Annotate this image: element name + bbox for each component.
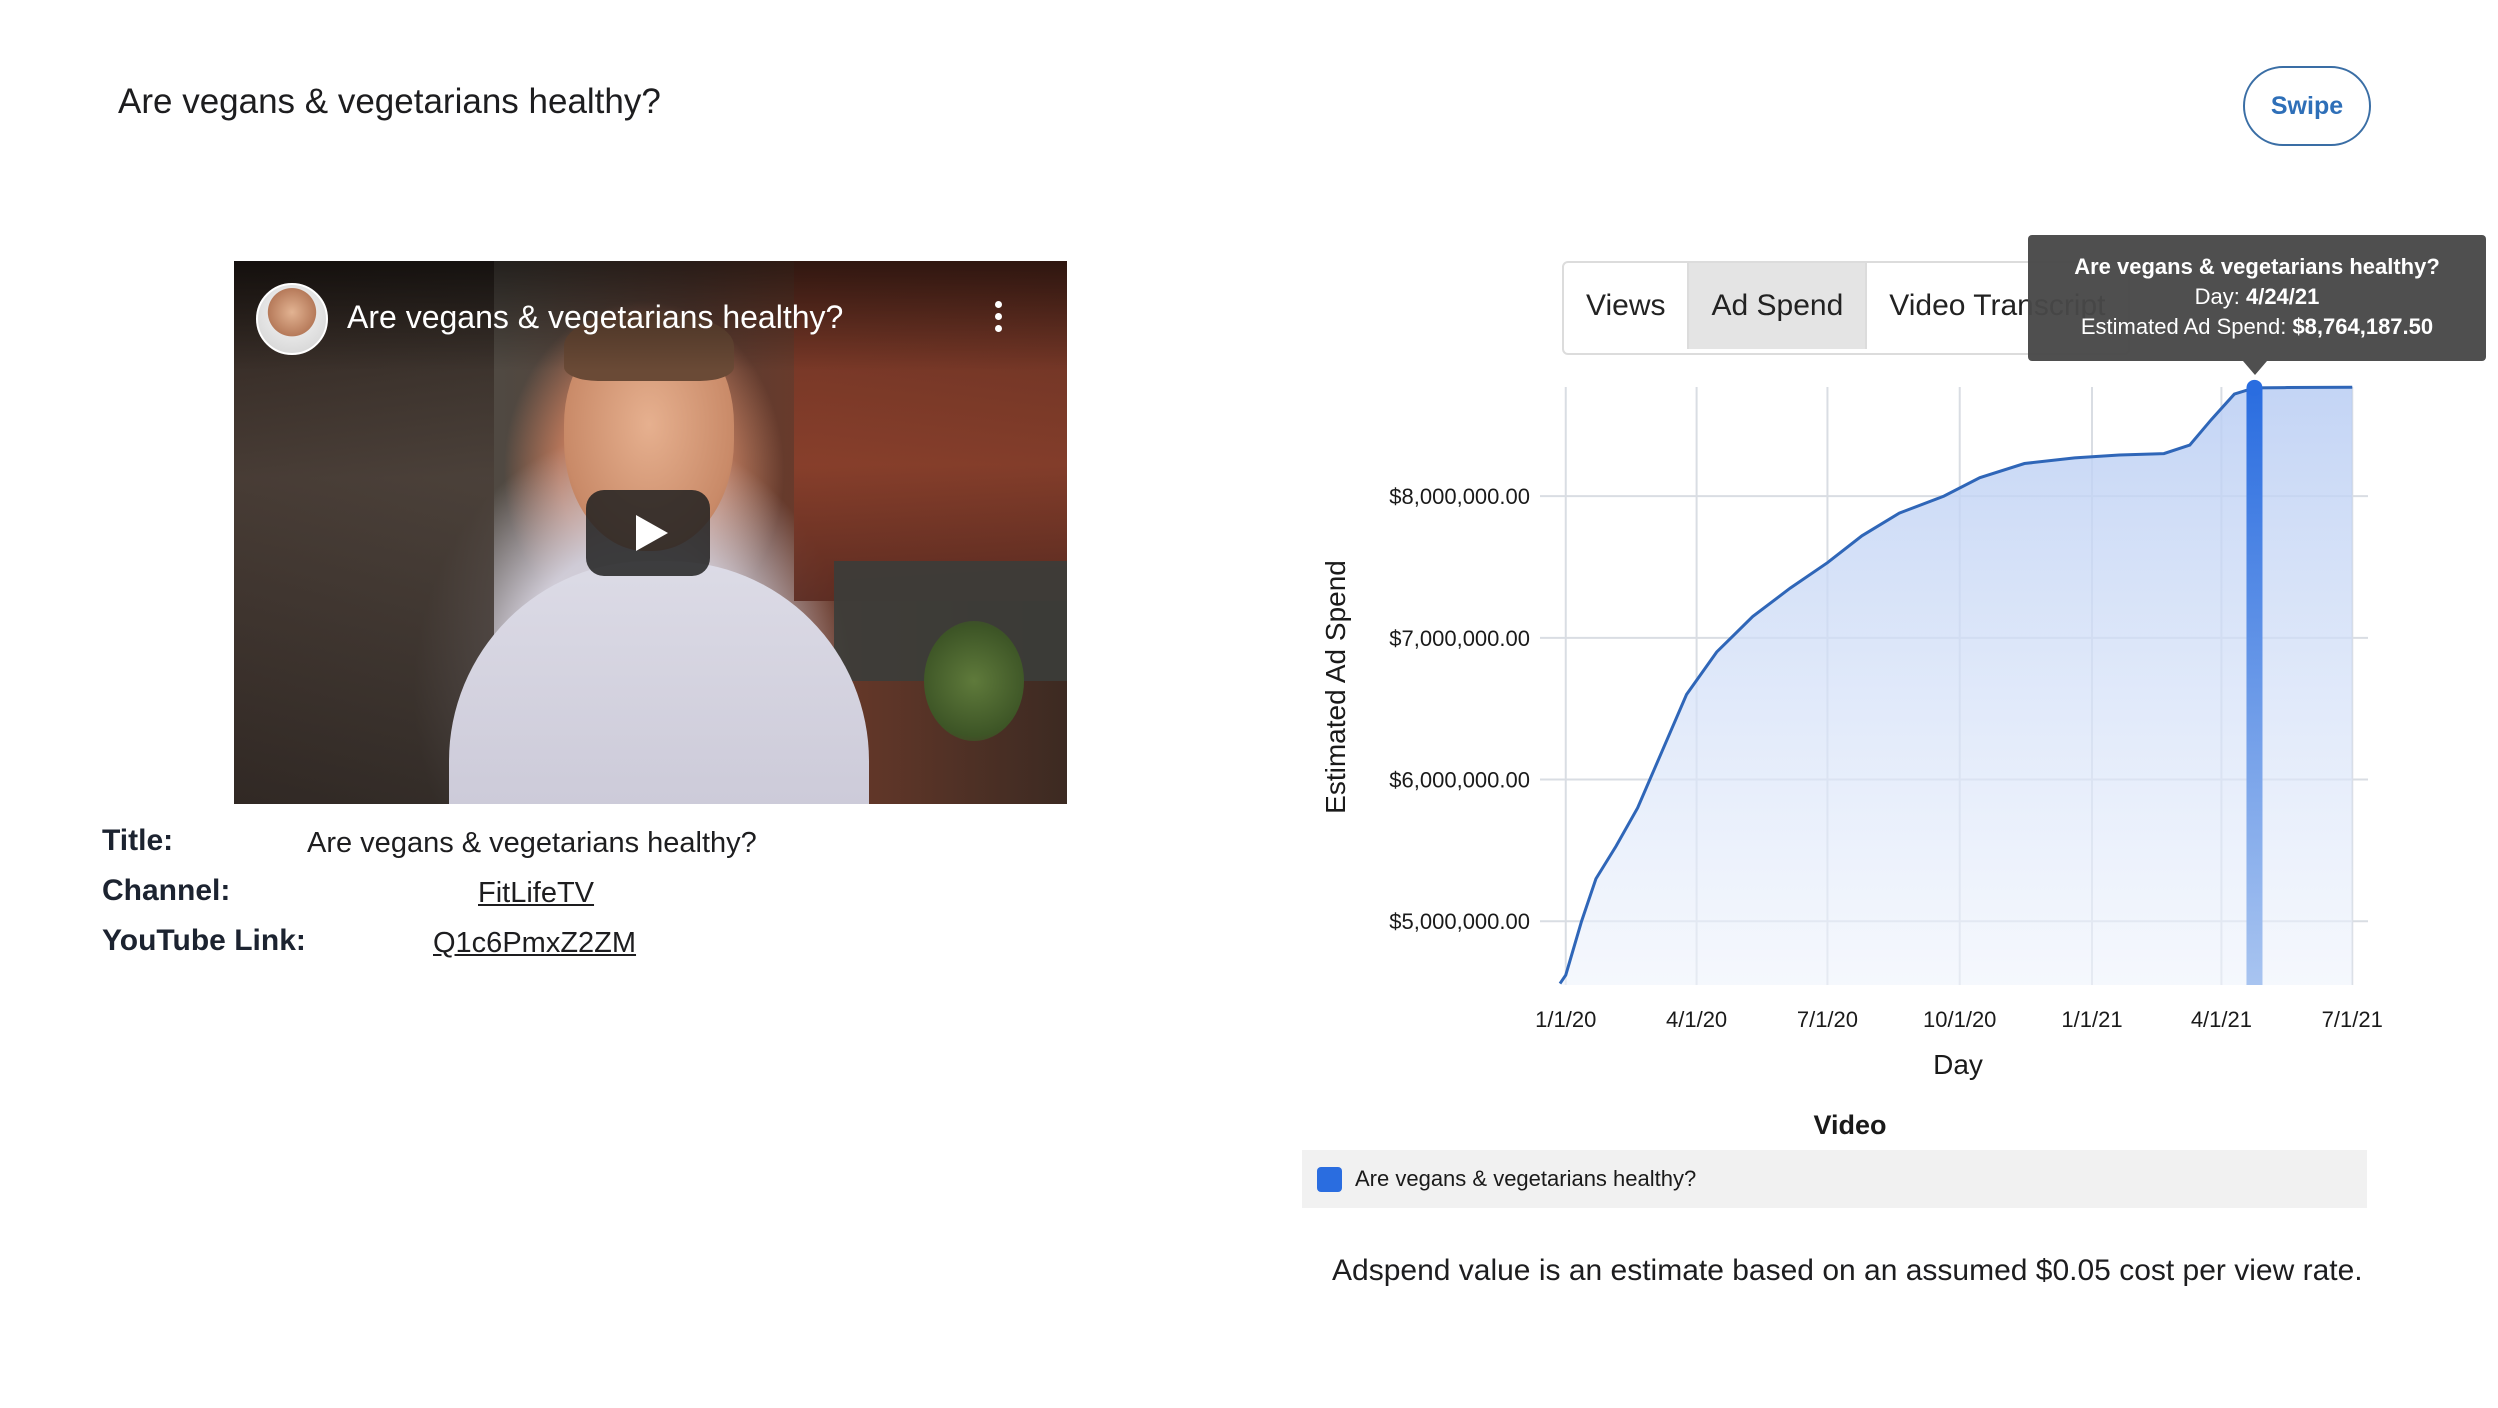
tooltip-spend-label: Estimated Ad Spend: — [2080, 314, 2293, 339]
legend-item[interactable]: Are vegans & vegetarians healthy? — [1302, 1150, 2367, 1208]
y-tick-label: $5,000,000.00 — [1389, 909, 1530, 934]
meta-title-label: Title: — [102, 824, 174, 857]
highlight-point — [2246, 379, 2263, 396]
tooltip-day: Day: 4/24/21 — [2028, 282, 2486, 312]
page-title: Are vegans & vegetarians healthy? — [118, 82, 661, 121]
x-tick-label: 1/1/21 — [2061, 1007, 2122, 1032]
video-title-overlay[interactable]: Are vegans & vegetarians healthy? — [347, 299, 843, 336]
y-tick-label: $6,000,000.00 — [1389, 768, 1530, 793]
legend-label: Are vegans & vegetarians healthy? — [1355, 1166, 1697, 1191]
y-tick-label: $7,000,000.00 — [1389, 626, 1530, 651]
y-axis-title: Estimated Ad Spend — [1320, 560, 1351, 814]
x-tick-label: 7/1/20 — [1797, 1007, 1858, 1032]
more-vert-icon[interactable] — [992, 301, 1004, 335]
series-area — [1560, 387, 2353, 985]
legend-heading: Video — [1813, 1110, 1887, 1140]
meta-title-value: Are vegans & vegetarians healthy? — [307, 827, 757, 859]
meta-channel-label: Channel: — [102, 874, 231, 907]
tooltip-spend-value: $8,764,187.50 — [2292, 314, 2434, 339]
x-tick-label: 1/1/20 — [1535, 1007, 1596, 1032]
adspend-footnote: Adspend value is an estimate based on an… — [1332, 1254, 2363, 1287]
tooltip-spend: Estimated Ad Spend: $8,764,187.50 — [2028, 312, 2486, 342]
x-tick-label: 7/1/21 — [2322, 1007, 2383, 1032]
play-icon[interactable] — [586, 490, 710, 576]
youtube-link[interactable]: Q1c6PmxZ2ZM — [433, 927, 636, 960]
tooltip-day-value: 4/24/21 — [2245, 284, 2320, 309]
channel-link[interactable]: FitLifeTV — [478, 877, 594, 910]
x-tick-label: 4/1/21 — [2191, 1007, 2252, 1032]
tooltip-day-label: Day: — [2194, 284, 2246, 309]
channel-avatar[interactable] — [256, 283, 328, 355]
video-player[interactable]: Are vegans & vegetarians healthy? — [234, 261, 1067, 804]
legend-swatch — [1317, 1166, 1342, 1192]
swipe-button[interactable]: Swipe — [2243, 66, 2371, 146]
x-tick-label: 10/1/20 — [1923, 1007, 1996, 1032]
meta-youtube-link-label: YouTube Link: — [102, 924, 306, 957]
x-tick-label: 4/1/20 — [1666, 1007, 1727, 1032]
video-background-plant — [924, 621, 1024, 741]
x-axis-title: Day — [1933, 1049, 1983, 1080]
highlight-bar — [2246, 387, 2263, 985]
chart-tooltip: Are vegans & vegetarians healthy? Day: 4… — [2028, 235, 2486, 375]
y-tick-label: $8,000,000.00 — [1389, 484, 1530, 509]
tooltip-title: Are vegans & vegetarians healthy? — [2074, 254, 2440, 279]
